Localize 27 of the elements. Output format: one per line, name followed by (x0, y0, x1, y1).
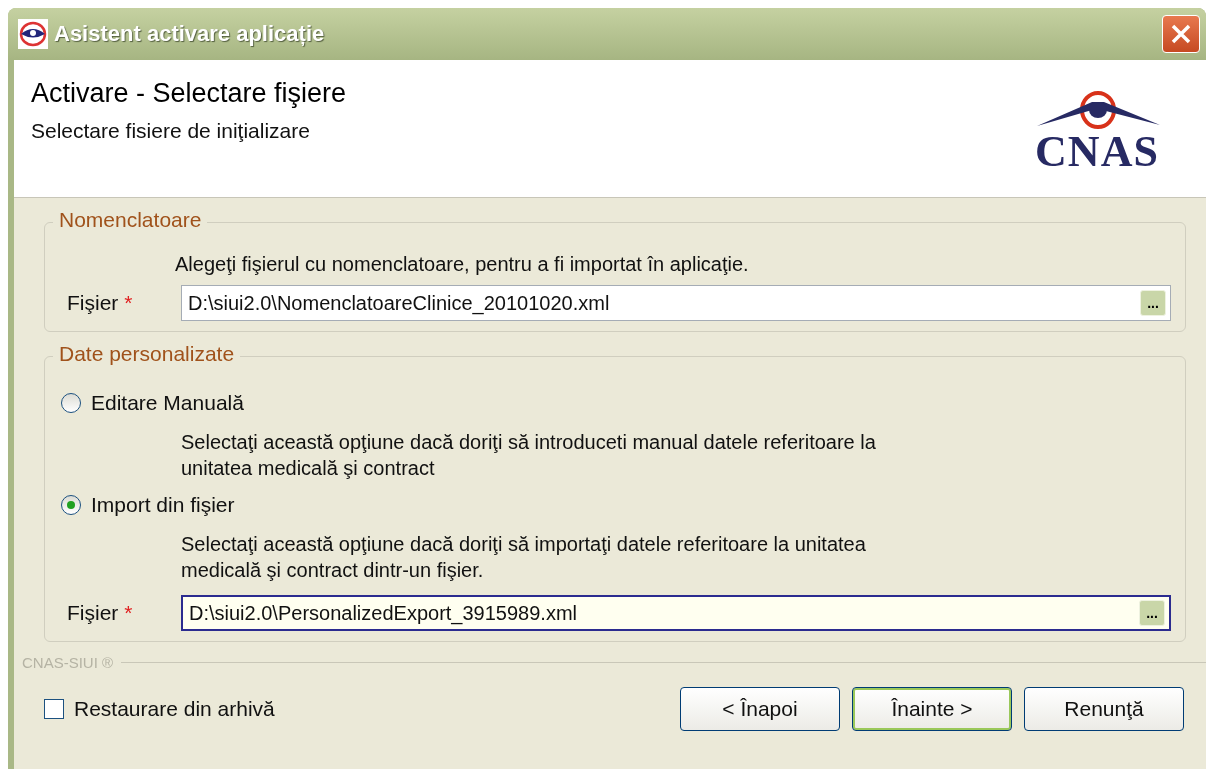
group-description: Alegeţi fişierul cu nomenclatoare, pentru a fi importat în aplicaţie. (175, 252, 750, 277)
radio-button[interactable] (61, 393, 81, 413)
checkbox-label[interactable]: Restaurare din arhivă (74, 697, 275, 721)
required-mark: * (124, 601, 133, 625)
file-path-field[interactable]: D:\siui2.0\PersonalizedExport_3915989.xml ... (181, 595, 1171, 631)
page-subtitle: Selectare fisiere de iniţializare (31, 119, 311, 143)
field-label: Fişier (67, 601, 119, 625)
dialog-button[interactable]: Renunţă (1024, 687, 1184, 731)
browse-button[interactable]: ... (1139, 600, 1165, 626)
window-title: Asistent activare aplicație (54, 21, 326, 47)
file-path-field[interactable]: D:\siui2.0\NomenclatoareClinice_20101020.xml ... (181, 285, 1171, 321)
radio-label[interactable]: Editare Manuală (91, 391, 244, 415)
dialog-button[interactable]: Înainte > (852, 687, 1012, 731)
option-description: Selectaţi această opţiune dacă doriţi să introduceti manual datele referitoare la unitatea medicală şi contract (181, 430, 877, 481)
close-icon (1170, 23, 1192, 45)
field-label: Fişier (67, 291, 119, 315)
required-mark: * (124, 291, 133, 315)
browse-button[interactable]: ... (1140, 290, 1166, 316)
dialog-button[interactable]: < Înapoi (680, 687, 840, 731)
radio-label[interactable]: Import din fişier (91, 493, 235, 517)
option-description: Selectaţi această opţiune dacă doriţi să importaţi datele referitoare la unitatea medicală şi contract dintr-un fişier. (181, 532, 867, 583)
eye-icon (18, 19, 48, 49)
logo-text: CNAS (1035, 130, 1159, 174)
close-button[interactable] (1162, 15, 1200, 53)
checkbox[interactable] (44, 699, 64, 719)
page-title: Activare - Selectare fişiere (31, 78, 347, 109)
radio-button[interactable] (61, 495, 81, 515)
